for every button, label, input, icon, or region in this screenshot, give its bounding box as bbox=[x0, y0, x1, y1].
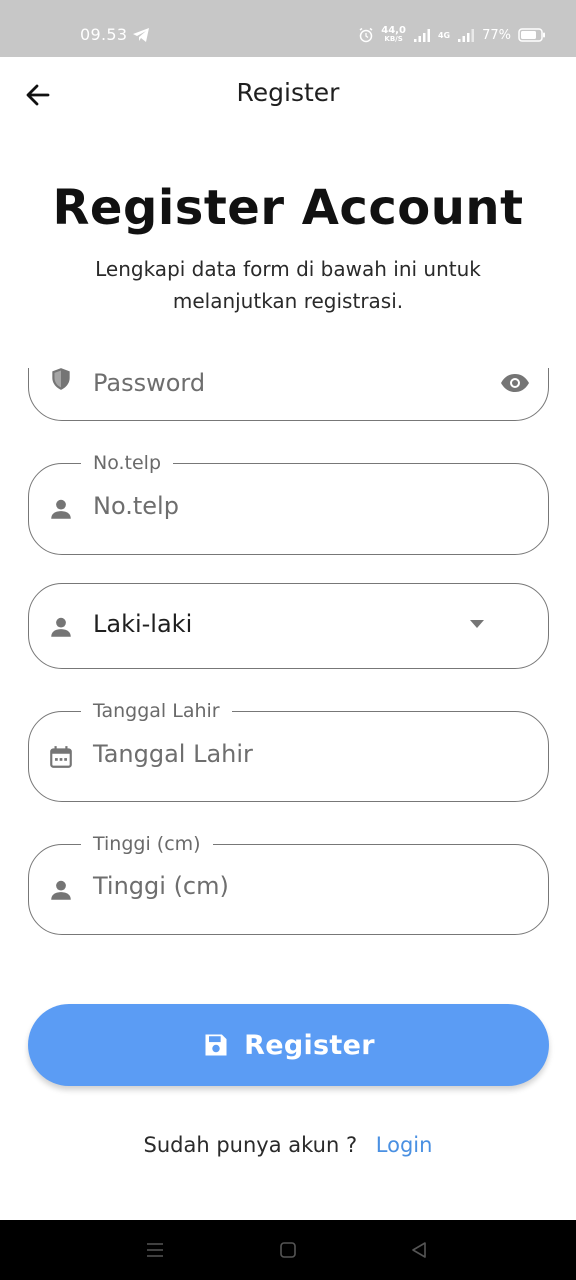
height-field[interactable]: Tinggi (cm) Tinggi (cm) bbox=[28, 832, 549, 935]
page-title: Register Account bbox=[52, 180, 524, 236]
gender-selected-value: Laki-laki bbox=[93, 610, 193, 638]
login-row: Sudah punya akun ? Login bbox=[0, 1133, 576, 1157]
birth-date-placeholder: Tanggal Lahir bbox=[93, 740, 253, 768]
person-icon bbox=[51, 617, 71, 637]
height-field-label: Tinggi (cm) bbox=[81, 832, 213, 856]
home-icon[interactable] bbox=[280, 1242, 296, 1258]
calendar-icon bbox=[50, 746, 72, 768]
register-button-label: Register bbox=[244, 1029, 375, 1061]
net-speed-value: 44,0 bbox=[381, 25, 406, 36]
net-speed-unit: KB/S bbox=[384, 35, 403, 43]
telegram-icon bbox=[133, 28, 149, 42]
app-bar: Register bbox=[0, 57, 576, 133]
app-bar-title: Register bbox=[236, 78, 340, 107]
phone-placeholder: No.telp bbox=[93, 492, 179, 520]
password-placeholder: Password bbox=[93, 369, 206, 397]
save-icon bbox=[205, 1034, 227, 1056]
signal-icon-2 bbox=[458, 29, 475, 42]
alarm-icon bbox=[359, 27, 373, 43]
network-speed: 44,0 KB/S bbox=[381, 26, 406, 44]
person-icon bbox=[51, 880, 71, 900]
dropdown-arrow-icon bbox=[470, 620, 484, 628]
form-scroll-area[interactable]: Password No.telp No.telp Laki-laki Tangg… bbox=[0, 368, 576, 968]
person-icon bbox=[51, 499, 71, 519]
battery-icon bbox=[518, 28, 545, 42]
recent-apps-icon[interactable] bbox=[146, 1242, 164, 1258]
gender-dropdown[interactable]: Laki-laki bbox=[28, 583, 549, 669]
phone-field[interactable]: No.telp No.telp bbox=[28, 451, 549, 555]
login-link[interactable]: Login bbox=[376, 1133, 433, 1157]
system-nav-bar bbox=[0, 1220, 576, 1280]
status-icons: 44,0 KB/S 4G 77% bbox=[358, 23, 546, 47]
password-field[interactable]: Password bbox=[28, 368, 549, 421]
status-bar: 09.53 44,0 KB/S 4G 77% bbox=[0, 0, 576, 57]
birth-date-label: Tanggal Lahir bbox=[81, 699, 232, 723]
status-time: 09.53 bbox=[80, 25, 128, 44]
nav-back-icon[interactable] bbox=[411, 1242, 427, 1258]
phone-field-label: No.telp bbox=[81, 451, 174, 475]
signal-icon bbox=[413, 29, 430, 42]
eye-icon[interactable] bbox=[500, 371, 530, 395]
network-type: 4G bbox=[437, 30, 451, 40]
register-button[interactable]: Register bbox=[28, 1004, 549, 1086]
login-prompt: Sudah punya akun ? bbox=[143, 1133, 358, 1157]
shield-icon bbox=[52, 368, 70, 390]
page-subtitle: Lengkapi data form di bawah ini untuk me… bbox=[95, 257, 481, 313]
birth-date-field[interactable]: Tanggal Lahir Tanggal Lahir bbox=[28, 699, 549, 802]
height-placeholder: Tinggi (cm) bbox=[93, 872, 229, 900]
battery-percentage: 77% bbox=[482, 27, 511, 43]
